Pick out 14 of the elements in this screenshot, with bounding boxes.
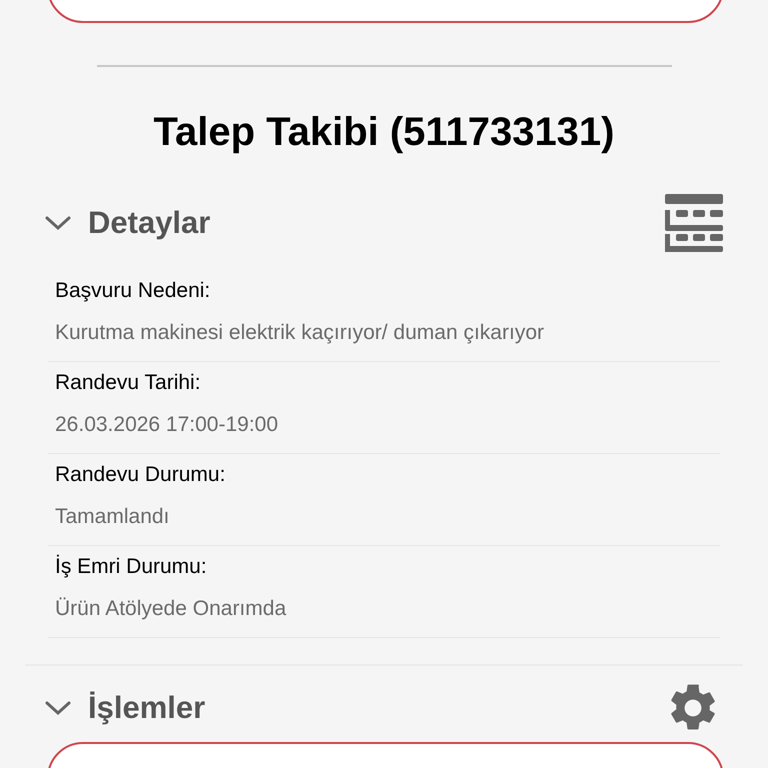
field-value: Tamamlandı — [55, 504, 170, 530]
section-title[interactable]: Detaylar — [88, 200, 210, 246]
page-title: Talep Takibi (511733131) — [154, 109, 614, 156]
field-label: Başvuru Nedeni: — [55, 278, 212, 304]
table-icon[interactable] — [665, 194, 723, 252]
field-value: Kurutma makinesi elektrik kaçırıyor/ duman çıkarıyor — [55, 320, 545, 346]
chevron-icon[interactable] — [44, 214, 72, 232]
chevron-icon[interactable] — [44, 699, 72, 717]
field-value: Ürün Atölyede Onarımda — [55, 596, 288, 622]
section-title[interactable]: İşlemler — [88, 684, 206, 732]
field-label: Randevu Tarihi: — [55, 370, 202, 396]
field-value: 26.03.2026 17:00-19:00 — [55, 412, 280, 438]
field-label: İş Emri Durumu: — [55, 554, 208, 580]
field-label: Randevu Durumu: — [55, 462, 226, 488]
